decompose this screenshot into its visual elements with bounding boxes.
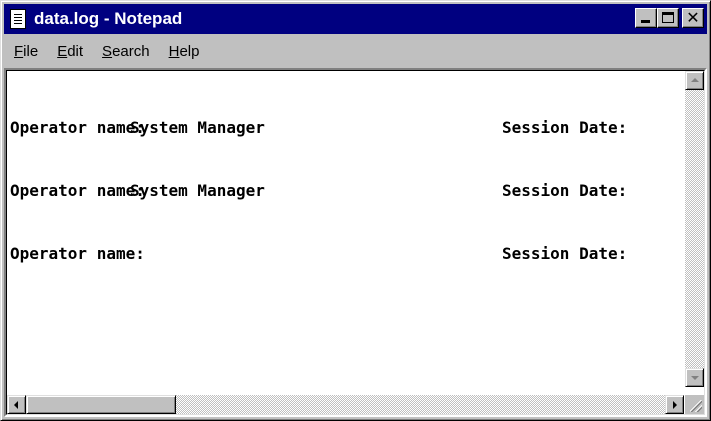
minimize-button[interactable] (635, 8, 657, 28)
notepad-window: data.log - Notepad ✕ File Edit Search He… (0, 0, 711, 421)
maximize-icon (662, 12, 674, 23)
scroll-up-arrow-icon (691, 78, 699, 82)
text-content[interactable]: Operator name: System Manager Session Date… (10, 75, 683, 386)
editor-frame: Operator name: System Manager Session Date… (4, 68, 707, 417)
size-grip[interactable] (685, 395, 704, 414)
maximize-button[interactable] (657, 8, 679, 28)
scroll-down-button[interactable] (685, 368, 704, 387)
menu-file[interactable]: File (4, 43, 47, 60)
close-icon: ✕ (686, 8, 700, 27)
text-line: Operator name: System Manager Session Date… (10, 118, 628, 137)
editor-area[interactable]: Operator name: System Manager Session Date… (6, 70, 705, 415)
scroll-right-arrow-icon (673, 401, 677, 409)
menu-bar: File Edit Search Help (4, 39, 208, 63)
scroll-down-arrow-icon (691, 376, 699, 380)
scroll-left-button[interactable] (7, 395, 26, 414)
notepad-icon[interactable] (10, 9, 26, 29)
menu-help[interactable]: Help (159, 43, 209, 60)
resize-grip-icon (690, 400, 702, 412)
minimize-icon (641, 20, 650, 23)
window-title: data.log - Notepad (34, 9, 183, 28)
title-bar[interactable]: data.log - Notepad ✕ (4, 4, 707, 34)
title-buttons: ✕ (635, 8, 704, 28)
text-line: Operator name: System Manager Session Date… (10, 181, 628, 200)
menu-edit[interactable]: Edit (47, 43, 92, 60)
horizontal-scrollbar[interactable] (7, 395, 684, 414)
menu-search[interactable]: Search (92, 43, 159, 60)
vertical-scrollbar[interactable] (685, 71, 704, 387)
close-button[interactable]: ✕ (682, 8, 704, 28)
horizontal-scroll-thumb[interactable] (26, 395, 176, 414)
scroll-left-arrow-icon (14, 401, 18, 409)
text-line: Operator name: Session Date: (10, 244, 628, 263)
scroll-right-button[interactable] (665, 395, 684, 414)
scroll-up-button[interactable] (685, 71, 704, 90)
